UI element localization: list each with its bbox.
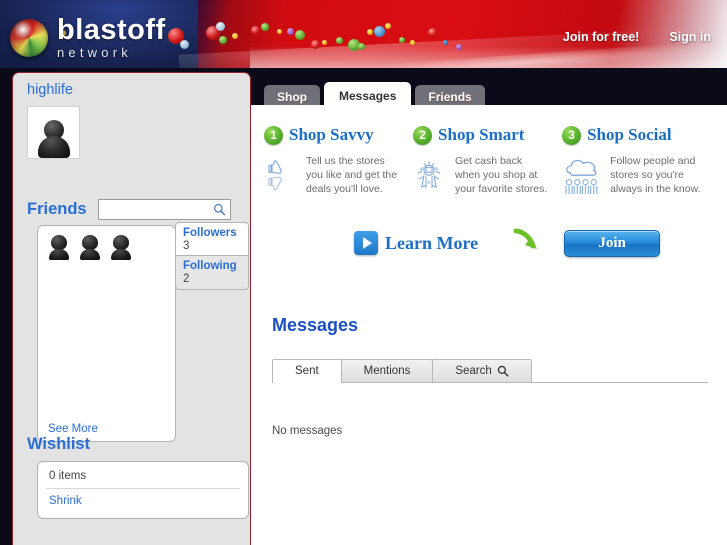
search-icon bbox=[213, 203, 225, 216]
cloud-people-icon bbox=[565, 159, 598, 194]
tab-search[interactable]: Search bbox=[432, 359, 532, 383]
confetti-ball-icon bbox=[443, 40, 448, 45]
main-content-panel: 1 Shop Savvy Tell us the stores you like… bbox=[251, 105, 727, 545]
confetti-ball-icon bbox=[232, 33, 238, 39]
colorful-sphere-icon bbox=[10, 18, 48, 57]
main-tab-bar: Shop Messages Friends bbox=[264, 82, 485, 109]
sidebar-panel: highlife Friends See More Followers 3 Fo… bbox=[12, 72, 251, 545]
promo-shop-savvy: 1 Shop Savvy Tell us the stores you like… bbox=[264, 125, 399, 201]
promo-number-badge: 1 bbox=[264, 125, 283, 145]
sign-in-link[interactable]: Sign in bbox=[669, 30, 711, 44]
wishlist-box: 0 items Shrink bbox=[37, 461, 249, 519]
confetti-ball-icon bbox=[216, 22, 225, 31]
confetti-ball-icon bbox=[410, 40, 415, 45]
confetti-ball-icon bbox=[277, 29, 282, 34]
friends-list-box: See More bbox=[37, 225, 176, 442]
confetti-ball-icon bbox=[428, 28, 437, 37]
promo-heading: Shop Smart bbox=[438, 125, 525, 144]
avatar[interactable] bbox=[27, 106, 80, 159]
wishlist-shrink-link[interactable]: Shrink bbox=[38, 489, 248, 507]
tab-search-label: Search bbox=[455, 365, 492, 378]
promo-heading: Shop Social bbox=[587, 125, 672, 144]
learn-more-button[interactable]: Learn More bbox=[354, 231, 479, 256]
wishlist-heading: Wishlist bbox=[27, 435, 91, 453]
confetti-ball-icon bbox=[456, 44, 462, 50]
promo-heading: Shop Savvy bbox=[289, 125, 374, 144]
green-curved-arrow-icon bbox=[513, 228, 538, 250]
site-logo[interactable]: blastoff network bbox=[10, 16, 166, 59]
confetti-ball-icon bbox=[287, 28, 294, 35]
learn-more-label: Learn More bbox=[385, 232, 479, 253]
cta-row: Learn More Join bbox=[354, 227, 711, 259]
confetti-ball-icon bbox=[367, 29, 373, 35]
followers-stat[interactable]: Followers 3 bbox=[175, 222, 249, 257]
followers-label: Followers bbox=[183, 227, 237, 239]
friend-avatar[interactable] bbox=[77, 235, 103, 261]
promo-shop-smart: 2 Shop Smart Get cash back when you shop… bbox=[413, 125, 548, 201]
tab-friends[interactable]: Friends bbox=[415, 85, 485, 109]
logo-main-text: blastoff bbox=[57, 14, 166, 46]
sidebar-username[interactable]: highlife bbox=[13, 73, 250, 98]
site-header: blastoff network Join for free! Sign in bbox=[0, 0, 727, 68]
following-count: 2 bbox=[183, 273, 190, 285]
header-account-links: Join for free! Sign in bbox=[563, 30, 711, 44]
promo-number-badge: 2 bbox=[413, 125, 433, 145]
person-with-cash-icon bbox=[417, 161, 441, 189]
following-label: Following bbox=[183, 260, 237, 272]
friends-search-box[interactable] bbox=[97, 199, 231, 220]
search-icon bbox=[497, 365, 509, 377]
friend-avatar[interactable] bbox=[108, 235, 134, 261]
thumbs-up-down-icon bbox=[268, 160, 282, 191]
confetti-ball-icon bbox=[219, 36, 227, 44]
promo-text: Follow people and stores so you're alway… bbox=[610, 155, 701, 196]
tab-messages[interactable]: Messages bbox=[324, 82, 412, 109]
confetti-ball-icon bbox=[385, 23, 391, 29]
promo-number-badge: 3 bbox=[562, 125, 582, 145]
confetti-ball-icon bbox=[374, 26, 385, 37]
confetti-ball-icon bbox=[358, 43, 365, 50]
wishlist-item-count: 0 items bbox=[49, 470, 87, 482]
following-stat[interactable]: Following 2 bbox=[175, 255, 249, 290]
tab-mentions-label: Mentions bbox=[363, 365, 411, 378]
promo-text: Tell us the stores you like and get the … bbox=[306, 155, 398, 196]
see-more-link[interactable]: See More bbox=[48, 423, 98, 435]
logo-sub-text: network bbox=[57, 45, 132, 60]
messages-heading: Messages bbox=[272, 315, 359, 336]
confetti-ball-icon bbox=[261, 23, 269, 31]
confetti-ball-icon bbox=[295, 30, 305, 40]
followers-count: 3 bbox=[183, 240, 190, 252]
friends-section-header: Friends bbox=[27, 199, 239, 220]
promo-text: Get cash back when you shop at your favo… bbox=[455, 155, 548, 196]
tab-mentions[interactable]: Mentions bbox=[340, 359, 434, 383]
promo-shop-social: 3 Shop Social Follow people and stores s… bbox=[562, 125, 711, 201]
join-for-free-link[interactable]: Join for free! bbox=[563, 30, 639, 44]
confetti-ball-icon bbox=[399, 37, 405, 43]
join-button[interactable]: Join bbox=[564, 229, 661, 257]
play-icon bbox=[354, 231, 378, 256]
friends-heading: Friends bbox=[27, 200, 87, 218]
confetti-ball-icon bbox=[180, 40, 189, 49]
friends-search-input[interactable] bbox=[98, 200, 211, 220]
user-silhouette-avatar-icon bbox=[37, 118, 71, 158]
confetti-ball-icon bbox=[311, 40, 320, 49]
confetti-ball-icon bbox=[251, 26, 260, 35]
confetti-ball-icon bbox=[322, 40, 327, 45]
empty-messages-text: No messages bbox=[272, 425, 343, 438]
tab-sent[interactable]: Sent bbox=[272, 359, 342, 384]
tab-sent-label: Sent bbox=[295, 365, 319, 378]
confetti-ball-icon bbox=[336, 37, 343, 44]
friend-avatar-list bbox=[38, 226, 175, 261]
messages-tab-bar: Sent Mentions Search bbox=[272, 358, 708, 384]
tab-shop[interactable]: Shop bbox=[264, 85, 320, 109]
logo-wordmark: blastoff network bbox=[57, 14, 166, 60]
promo-section: 1 Shop Savvy Tell us the stores you like… bbox=[264, 125, 711, 201]
friend-avatar[interactable] bbox=[46, 235, 72, 261]
